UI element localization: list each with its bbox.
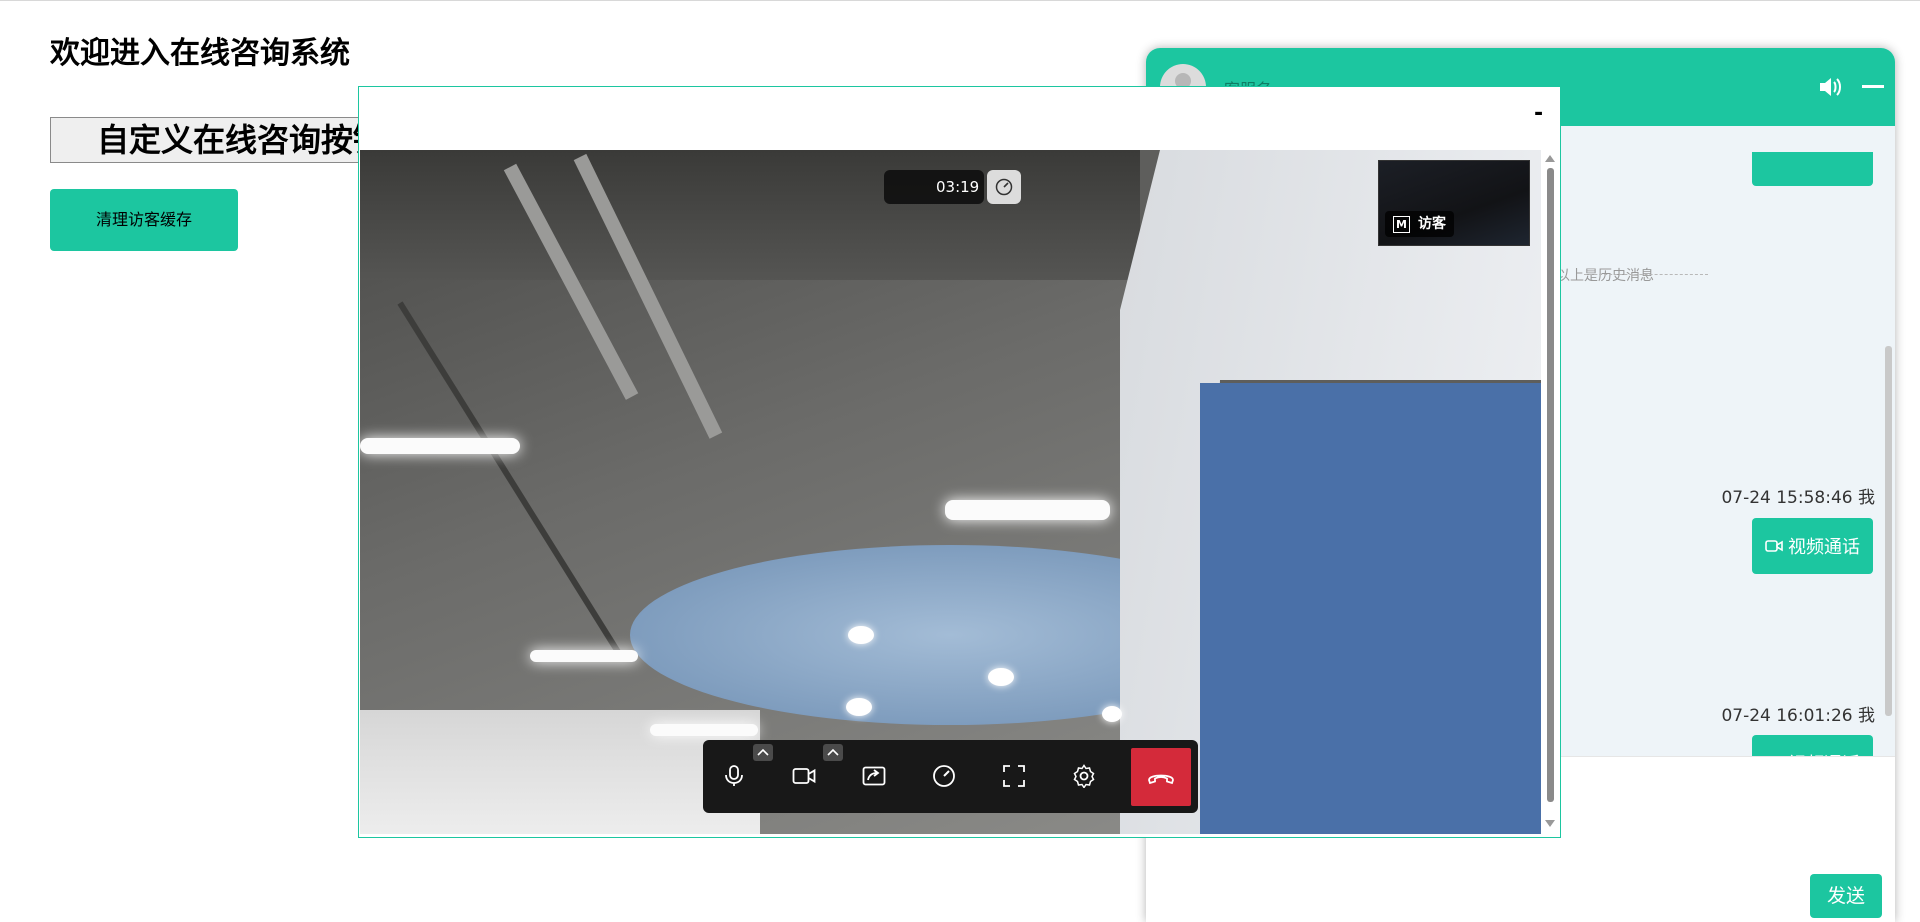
screen-share-button[interactable] bbox=[845, 740, 903, 813]
call-timer: 03:19 bbox=[884, 170, 984, 204]
history-divider-text: 以上是历史消息 bbox=[1556, 268, 1654, 284]
speed-icon bbox=[933, 765, 955, 787]
pip-label: M 访客 bbox=[1385, 211, 1454, 237]
minimize-icon[interactable] bbox=[1862, 85, 1884, 88]
scroll-up-icon[interactable] bbox=[1545, 154, 1555, 162]
network-speed-button[interactable] bbox=[987, 170, 1021, 204]
camera-icon bbox=[792, 768, 816, 784]
hangup-icon bbox=[1148, 774, 1174, 785]
settings-button[interactable] bbox=[1055, 740, 1113, 813]
chevron-up-icon bbox=[757, 748, 769, 756]
chevron-up-icon bbox=[827, 748, 839, 756]
top-border bbox=[0, 0, 1920, 1]
message-time: 07-24 16:01:26 我 bbox=[1721, 706, 1875, 726]
video-scene-light bbox=[945, 500, 1110, 520]
speaker-icon[interactable] bbox=[1818, 76, 1842, 98]
screen-share-icon bbox=[862, 766, 886, 786]
video-scene-blue-wall bbox=[1200, 383, 1541, 834]
call-control-bar bbox=[703, 740, 1198, 813]
scrollbar-thumb[interactable] bbox=[1547, 168, 1554, 802]
video-scene-light bbox=[650, 724, 758, 736]
clear-visitor-cache-button[interactable]: 清理访客缓存 bbox=[50, 189, 238, 251]
video-scene-lamp bbox=[848, 626, 874, 644]
remote-video: 03:19 M 访客 bbox=[360, 150, 1541, 834]
video-camera-icon bbox=[1765, 540, 1783, 552]
message-scrollbar[interactable] bbox=[1885, 346, 1892, 716]
message-bubble-partial bbox=[1752, 152, 1873, 186]
microphone-icon bbox=[725, 765, 743, 786]
page-title: 欢迎进入在线咨询系统 bbox=[50, 36, 350, 71]
hangup-button[interactable] bbox=[1131, 748, 1191, 806]
video-scene-light bbox=[530, 650, 638, 662]
speedometer-icon bbox=[995, 178, 1013, 196]
microphone-options-button[interactable] bbox=[753, 744, 773, 761]
fullscreen-button[interactable] bbox=[985, 740, 1043, 813]
dialog-scrollbar[interactable] bbox=[1543, 150, 1557, 834]
pip-name: 访客 bbox=[1418, 216, 1446, 232]
video-scene-lamp bbox=[988, 668, 1014, 686]
fullscreen-icon bbox=[1003, 765, 1025, 787]
video-call-dialog: - 03:19 M 访客 bbox=[358, 86, 1561, 838]
pip-badge: M bbox=[1393, 215, 1410, 233]
call-timer-text: 03:19 bbox=[936, 178, 980, 196]
network-stats-button[interactable] bbox=[915, 740, 973, 813]
local-video-preview[interactable]: M 访客 bbox=[1378, 160, 1530, 246]
settings-icon bbox=[1073, 764, 1095, 788]
message-text: 视频通话 bbox=[1788, 537, 1860, 558]
video-scene-ceiling-top bbox=[360, 150, 1140, 280]
camera-options-button[interactable] bbox=[823, 744, 843, 761]
video-scene-lamp bbox=[1102, 706, 1122, 722]
send-button[interactable]: 发送 bbox=[1810, 874, 1882, 918]
minimize-dialog-button[interactable]: - bbox=[1534, 101, 1543, 126]
history-divider bbox=[1584, 274, 1708, 275]
video-call-message[interactable]: 视频通话 bbox=[1752, 518, 1873, 574]
scroll-down-icon[interactable] bbox=[1545, 820, 1555, 828]
message-time: 07-24 15:58:46 我 bbox=[1721, 488, 1875, 508]
video-scene-lamp bbox=[846, 698, 872, 716]
video-scene-light bbox=[360, 438, 520, 454]
